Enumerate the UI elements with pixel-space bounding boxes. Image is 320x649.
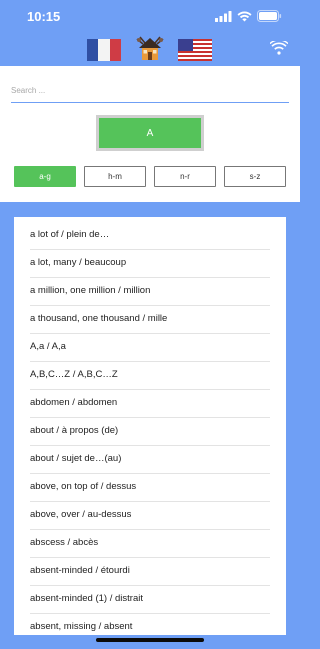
- list-item[interactable]: a million, one million / million: [30, 277, 270, 306]
- wifi-status-icon: [237, 11, 252, 21]
- list-item[interactable]: absent-minded (1) / distrait: [30, 585, 270, 614]
- status-time: 10:15: [27, 9, 61, 24]
- list-item[interactable]: about / sujet de…(au): [30, 445, 270, 474]
- us-flag-button[interactable]: [178, 39, 212, 61]
- home-indicator: [96, 638, 204, 642]
- list-item[interactable]: a thousand, one thousand / mille: [30, 305, 270, 334]
- list-item[interactable]: a lot of / plein de…: [30, 221, 270, 250]
- search-input[interactable]: [11, 78, 289, 103]
- word-list: a lot of / plein de… a lot, many / beauc…: [14, 217, 286, 635]
- list-item[interactable]: A,B,C…Z / A,B,C…Z: [30, 361, 270, 390]
- battery-icon: [257, 10, 282, 22]
- list-item[interactable]: a lot, many / beaucoup: [30, 249, 270, 278]
- tab-h-m[interactable]: h-m: [84, 166, 146, 187]
- letter-button[interactable]: A: [96, 115, 204, 151]
- tab-label: s-z: [249, 172, 261, 181]
- list-item[interactable]: absent-minded / étourdi: [30, 557, 270, 586]
- wifi-icon[interactable]: [270, 41, 288, 55]
- list-item[interactable]: A,a / A,a: [30, 333, 270, 362]
- list-item[interactable]: above, over / au-dessus: [30, 501, 270, 530]
- app-header: [0, 32, 300, 66]
- tab-label: h-m: [108, 172, 122, 181]
- list-item[interactable]: absent, missing / absent: [30, 613, 270, 635]
- app-logo-icon: [136, 36, 164, 60]
- tab-s-z[interactable]: s-z: [224, 166, 286, 187]
- status-bar: 10:15: [0, 0, 300, 32]
- cellular-signal-icon: [215, 10, 232, 22]
- tab-label: n-r: [180, 172, 190, 181]
- tab-n-r[interactable]: n-r: [154, 166, 216, 187]
- list-item[interactable]: above, on top of / dessus: [30, 473, 270, 502]
- list-item[interactable]: abscess / abcès: [30, 529, 270, 558]
- list-item[interactable]: about / à propos (de): [30, 417, 270, 446]
- letter-button-label: A: [146, 127, 154, 139]
- tab-label: a-g: [39, 172, 51, 181]
- tab-a-g[interactable]: a-g: [14, 166, 76, 187]
- list-item[interactable]: abdomen / abdomen: [30, 389, 270, 418]
- french-flag-button[interactable]: [87, 39, 121, 61]
- status-icons: [215, 10, 282, 22]
